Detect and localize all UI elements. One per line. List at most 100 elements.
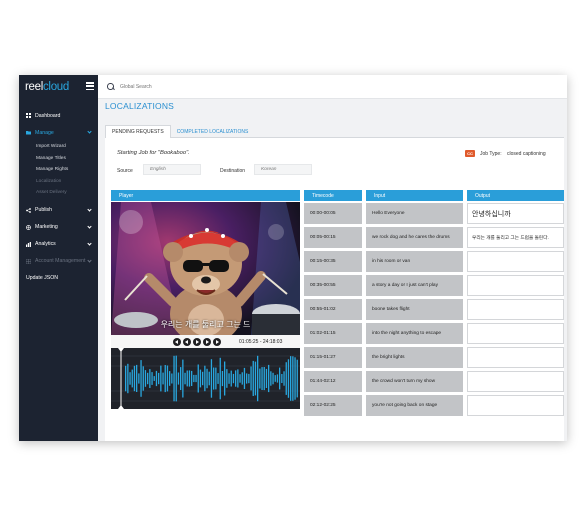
input-cell[interactable]: you're not going back on stage xyxy=(366,395,463,416)
fast-forward-icon[interactable] xyxy=(203,337,211,346)
chevron-down-icon xyxy=(87,240,92,246)
waveform-bar xyxy=(138,373,140,384)
waveform-bar xyxy=(184,372,186,385)
global-search-input[interactable] xyxy=(120,83,270,90)
waveform-bar xyxy=(136,364,138,392)
waveform-bar xyxy=(292,356,294,401)
reelcloud-logo[interactable]: reelcloud xyxy=(25,81,69,93)
timecode-cell[interactable]: 00:00-00:05 xyxy=(304,203,362,224)
waveform-bar xyxy=(131,369,133,388)
subtitle-overlay: 우리는 개를 둘리고 그는 드 xyxy=(160,320,251,329)
hamburger-menu-icon[interactable] xyxy=(86,82,94,90)
input-cell[interactable]: the crowd won't turn my show xyxy=(366,371,463,392)
output-field[interactable] xyxy=(467,299,564,320)
timecode-cell[interactable]: 00:05-00:15 xyxy=(304,227,362,248)
waveform-bar xyxy=(221,371,224,387)
output-field[interactable]: 우리는 개를 둘리고 그는 드럼을 돌린다. xyxy=(467,227,564,248)
waveform-bar xyxy=(199,369,202,388)
waveform-bar xyxy=(287,359,290,398)
timecode-cell[interactable]: 01:44-02:12 xyxy=(304,371,362,392)
output-field[interactable] xyxy=(467,371,564,392)
waveform-bar xyxy=(241,372,243,385)
audio-waveform[interactable] xyxy=(111,348,300,409)
folder-icon xyxy=(26,130,31,135)
logo-text-reel: reel xyxy=(25,81,43,93)
waveform-bar xyxy=(281,374,283,383)
tabs: PENDING REQUESTS COMPLETED LOCALIZATIONS xyxy=(105,125,254,138)
skip-back-icon[interactable] xyxy=(173,337,181,346)
source-field[interactable]: English xyxy=(143,164,201,175)
sidebar-subitem-manage-titles[interactable]: Manage Titles xyxy=(19,153,98,165)
sidebar-subitem-localization[interactable]: Localization xyxy=(19,176,98,188)
sidebar-item-label: Account Management xyxy=(35,258,86,264)
timecode-cell[interactable]: 00:35-00:55 xyxy=(304,275,362,296)
job-title: Starting Job for "Bookaboo". xyxy=(117,150,190,156)
closed-caption-icon: CC xyxy=(465,150,475,157)
input-cell[interactable]: the bright lights xyxy=(366,347,463,368)
waveform-bar xyxy=(219,357,221,400)
search-icon[interactable] xyxy=(107,83,114,90)
chevron-down-icon xyxy=(87,129,92,134)
destination-label: Destination xyxy=(220,168,246,174)
sidebar-item-label: Update JSON xyxy=(26,275,59,281)
timecode-cell[interactable]: 00:55-01:02 xyxy=(304,299,362,320)
timecode-cell[interactable]: 02:12-02:25 xyxy=(304,395,362,416)
sidebar-item-update-json[interactable]: Update JSON xyxy=(19,270,98,287)
waveform-bar xyxy=(169,371,171,386)
tab-pending-requests[interactable]: PENDING REQUESTS xyxy=(105,125,171,138)
waveform-bar xyxy=(215,367,217,390)
video-frame[interactable]: 우리는 개를 둘리고 그는 드 xyxy=(111,202,300,335)
sidebar-subitem-import-wizard[interactable]: Import Wizard xyxy=(19,141,98,153)
waveform-bar xyxy=(283,371,285,386)
waveform-bar xyxy=(173,355,175,402)
sidebar-item-analytics[interactable]: Analytics xyxy=(19,236,98,253)
waveform-bar xyxy=(140,360,142,397)
video-scene-image xyxy=(111,202,300,335)
rewind-icon[interactable] xyxy=(183,337,191,346)
waveform-bar xyxy=(257,355,259,402)
waveform-bar xyxy=(235,370,237,387)
input-cell[interactable]: Hello Everyone xyxy=(366,203,463,224)
output-field[interactable] xyxy=(467,323,564,344)
sidebar-item-label: Analytics xyxy=(35,241,56,247)
waveform-bar xyxy=(180,367,182,390)
video-player[interactable]: 우리는 개를 둘리고 그는 드 01:05:25 - 24:18:03 xyxy=(111,202,300,409)
input-cell[interactable]: we rock dog and he cares the drums xyxy=(366,227,463,248)
chevron-down-icon xyxy=(87,257,92,263)
output-field[interactable] xyxy=(467,347,564,368)
sidebar-item-publish[interactable]: Publish xyxy=(19,202,98,219)
waveform-bar xyxy=(294,357,296,400)
dashboard-icon xyxy=(26,113,31,118)
waveform-bar xyxy=(250,366,252,391)
job-type-value: closed captioning xyxy=(506,151,546,157)
sidebar-item-account-management[interactable]: Account Management xyxy=(19,253,98,270)
sidebar-item-manage[interactable]: Manage xyxy=(19,124,98,141)
output-field[interactable] xyxy=(467,275,564,296)
output-field[interactable] xyxy=(467,251,564,272)
tab-completed-localizations[interactable]: COMPLETED LOCALIZATIONS xyxy=(171,125,255,138)
sidebar-item-label: Publish xyxy=(35,207,53,213)
waveform-bar xyxy=(213,367,215,390)
play-icon[interactable] xyxy=(193,337,201,346)
input-cell[interactable]: a story a day or I just can't play xyxy=(366,275,463,296)
sidebar-item-marketing[interactable]: Marketing xyxy=(19,219,98,236)
skip-forward-icon[interactable] xyxy=(213,337,221,346)
output-field[interactable] xyxy=(467,395,564,416)
timecode-cell[interactable]: 00:15-00:35 xyxy=(304,251,362,272)
sidebar-subitem-manage-rights[interactable]: Manage Rights xyxy=(19,164,98,176)
input-cell[interactable]: boone takes flight xyxy=(366,299,463,320)
input-cell[interactable]: into the night anything to escape xyxy=(366,323,463,344)
sidebar-item-dashboard[interactable]: Dashboard xyxy=(19,107,98,124)
waveform-bar xyxy=(151,372,153,385)
timecode-cell[interactable]: 01:15-01:27 xyxy=(304,347,362,368)
input-cell[interactable]: in his room or van xyxy=(366,251,463,272)
sidebar-subitem-asset-delivery[interactable]: Asset Delivery xyxy=(19,187,98,199)
bar-chart-icon xyxy=(26,241,31,247)
timecode-cell[interactable]: 01:02-01:15 xyxy=(304,323,362,344)
output-field[interactable]: 안녕하십니까 xyxy=(467,203,564,224)
waveform-bar xyxy=(202,371,204,386)
waveform-bar xyxy=(153,376,155,381)
waveform-bar xyxy=(285,362,287,395)
destination-field[interactable]: Korean xyxy=(254,164,312,175)
waveform-bar xyxy=(265,368,268,388)
